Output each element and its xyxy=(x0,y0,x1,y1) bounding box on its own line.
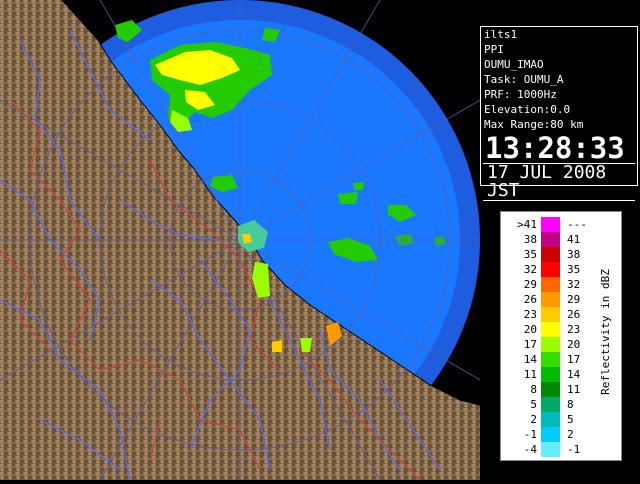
legend-lower-bound: 35 xyxy=(523,248,537,261)
legend-color-swatch xyxy=(541,322,560,337)
scan-mode: PPI xyxy=(484,43,504,56)
elevation-value: Elevation:0.0 xyxy=(484,103,571,116)
legend-lower-bound: 14 xyxy=(523,353,537,366)
radar-map[interactable] xyxy=(0,0,481,481)
legend-color-swatch xyxy=(541,412,560,427)
product-name: OUMU_IMAO xyxy=(484,58,544,71)
radar-info-panel: ilts1 PPI OUMU_IMAO Task: OUMU_A PRF: 10… xyxy=(480,26,638,201)
radar-site-name: ilts1 xyxy=(484,28,518,41)
legend-lower-bound: 23 xyxy=(523,308,537,321)
radar-ppi-svg xyxy=(0,0,481,481)
legend-lower-bound: 20 xyxy=(523,323,537,336)
scan-time: 13:28:33 xyxy=(485,131,625,165)
legend-lower-bound: -1 xyxy=(523,428,537,441)
legend-upper-bound: --- xyxy=(567,218,587,231)
legend-lower-bound: 5 xyxy=(530,398,537,411)
prf-value: PRF: 1000Hz xyxy=(484,88,557,101)
legend-lower-bound: 32 xyxy=(523,263,537,276)
legend-lower-bound: 29 xyxy=(523,278,537,291)
legend-lower-bound: 26 xyxy=(523,293,537,306)
legend-color-swatch xyxy=(541,307,560,322)
task-name: Task: OUMU_A xyxy=(484,73,564,86)
legend-color-swatch xyxy=(541,427,560,442)
legend-unit-label-svg: Reflectivity in dBZ xyxy=(599,269,612,395)
scan-date: 17 JUL 2008 JST xyxy=(483,163,635,201)
legend-lower-bound: 38 xyxy=(523,233,537,246)
legend-lower-bound: 17 xyxy=(523,338,537,351)
legend-upper-bound: 2 xyxy=(567,428,574,441)
legend-lower-bound: 8 xyxy=(530,383,537,396)
legend-color-swatch xyxy=(541,352,560,367)
legend-lower-bound: 2 xyxy=(530,413,537,426)
legend-upper-bound: 41 xyxy=(567,233,581,246)
legend-color-swatch xyxy=(541,367,560,382)
legend-color-swatch xyxy=(541,247,560,262)
legend-lower-bound: 11 xyxy=(523,368,537,381)
legend-upper-bound: 5 xyxy=(567,413,574,426)
legend-color-swatch xyxy=(541,232,560,247)
legend-lower-bound: -4 xyxy=(523,443,537,456)
legend-color-swatch xyxy=(541,262,560,277)
legend-lower-bound: >41 xyxy=(517,218,537,231)
legend-color-swatch xyxy=(541,382,560,397)
legend-unit-label: Reflectivity in dBZ xyxy=(599,269,612,395)
reflectivity-legend: >41 --- 38 41 35 38 32 35 29 32 26 29 23 26 20 23 17 20 14… xyxy=(500,211,622,461)
max-range-value: Max Range:80 km xyxy=(484,118,584,131)
legend-upper-bound: -1 xyxy=(567,443,581,456)
legend-color-swatch xyxy=(541,337,560,352)
legend-color-swatch xyxy=(541,442,560,457)
legend-color-swatch xyxy=(541,397,560,412)
legend-color-swatch xyxy=(541,277,560,292)
legend-color-swatch xyxy=(541,217,560,232)
legend-color-swatch xyxy=(541,292,560,307)
